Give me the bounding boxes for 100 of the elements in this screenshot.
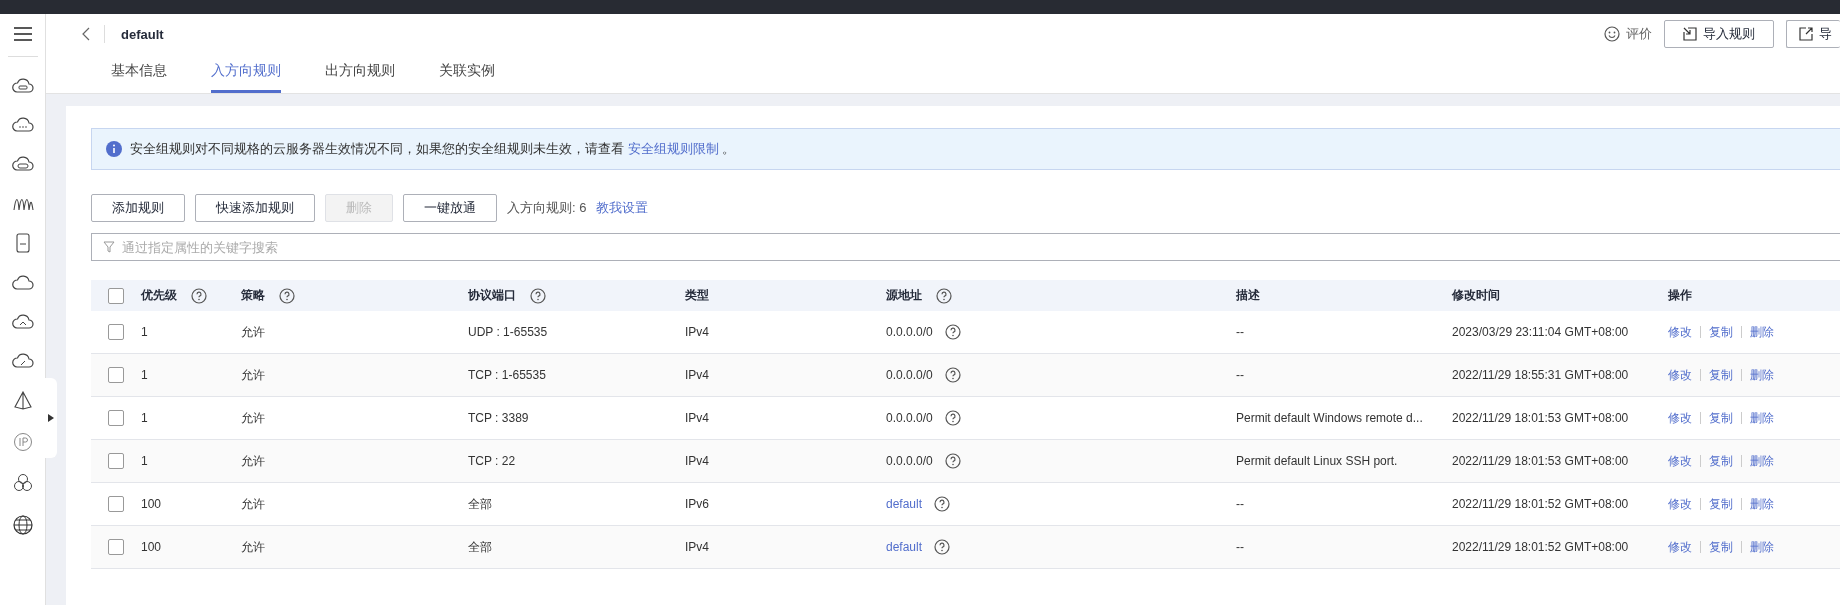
- action-link[interactable]: 复制: [1709, 495, 1733, 513]
- action-link[interactable]: 复制: [1709, 452, 1733, 470]
- table-cell: 允许: [241, 409, 265, 427]
- table-cell: UDP : 1-65535: [468, 325, 548, 339]
- column-header: 类型: [685, 287, 709, 304]
- table-cell: IPv4: [685, 325, 709, 339]
- table-cell: IPv4: [685, 454, 709, 468]
- globe-icon[interactable]: [11, 514, 34, 536]
- table-cell: 1: [141, 411, 148, 425]
- help-icon[interactable]: [944, 367, 961, 383]
- import-button[interactable]: 导入规则: [1664, 20, 1774, 48]
- column-header: 优先级: [141, 287, 177, 304]
- sidebar-toggle[interactable]: [45, 378, 57, 458]
- toolbar-button[interactable]: 添加规则: [91, 194, 185, 222]
- tab[interactable]: 入方向规则: [211, 54, 281, 93]
- action-link[interactable]: 修改: [1668, 323, 1692, 341]
- filter-icon: [103, 241, 115, 253]
- help-icon[interactable]: [944, 453, 961, 469]
- action-link[interactable]: 修改: [1668, 409, 1692, 427]
- toolbar-button[interactable]: 一键放通: [403, 194, 497, 222]
- table-cell: 允许: [241, 538, 265, 556]
- column-header: 协议端口: [468, 287, 516, 304]
- help-icon[interactable]: [279, 287, 295, 304]
- help-icon[interactable]: [934, 539, 951, 555]
- cloud-icon[interactable]: [11, 116, 34, 134]
- table-cell: 0.0.0.0/0: [886, 411, 933, 425]
- checkbox[interactable]: [108, 496, 124, 512]
- action-link[interactable]: 删除: [1750, 495, 1774, 513]
- export-icon: [1799, 27, 1813, 41]
- info-icon: [106, 141, 122, 157]
- help-link[interactable]: 教我设置: [596, 199, 649, 217]
- checkbox[interactable]: [108, 410, 124, 426]
- action-link[interactable]: 修改: [1668, 538, 1692, 556]
- help-icon[interactable]: [944, 410, 961, 426]
- table-cell: 2022/11/29 18:01:53 GMT+08:00: [1452, 454, 1629, 468]
- action-link[interactable]: 删除: [1750, 323, 1774, 341]
- action-link[interactable]: 复制: [1709, 538, 1733, 556]
- table-cell: 100: [141, 540, 162, 554]
- action-link[interactable]: 复制: [1709, 409, 1733, 427]
- pyramid-icon[interactable]: [11, 391, 34, 411]
- export-button[interactable]: 导: [1786, 20, 1840, 48]
- cloud-icon[interactable]: [11, 274, 34, 292]
- action-link[interactable]: 复制: [1709, 366, 1733, 384]
- tab[interactable]: 出方向规则: [325, 54, 395, 93]
- action-link[interactable]: 删除: [1750, 366, 1774, 384]
- action-link[interactable]: 复制: [1709, 323, 1733, 341]
- help-icon[interactable]: [530, 287, 546, 304]
- table-cell: 允许: [241, 366, 265, 384]
- ip-icon[interactable]: [12, 432, 33, 452]
- column-header: 操作: [1668, 287, 1692, 304]
- cloud-icon[interactable]: [11, 313, 34, 331]
- feedback-link[interactable]: 评价: [1626, 25, 1652, 43]
- cloud-icon[interactable]: [11, 352, 34, 370]
- checkbox[interactable]: [108, 453, 124, 469]
- menu-icon[interactable]: [12, 26, 33, 42]
- action-link[interactable]: 修改: [1668, 366, 1692, 384]
- smiley-icon[interactable]: [1604, 26, 1620, 42]
- checkbox[interactable]: [108, 287, 124, 304]
- back-icon[interactable]: [82, 27, 90, 41]
- toolbar-button[interactable]: 快速添加规则: [195, 194, 315, 222]
- help-icon[interactable]: [191, 287, 207, 304]
- action-link[interactable]: 修改: [1668, 495, 1692, 513]
- cloud-icon[interactable]: [11, 77, 34, 95]
- table-cell: 0.0.0.0/0: [886, 368, 933, 382]
- table-cell: --: [1236, 325, 1244, 339]
- help-icon[interactable]: [944, 324, 961, 340]
- table-cell: --: [1236, 497, 1244, 511]
- cloud-icon[interactable]: [11, 155, 34, 173]
- tab[interactable]: 关联实例: [439, 54, 495, 93]
- table-cell: 1: [141, 325, 148, 339]
- source-link[interactable]: default: [886, 497, 923, 511]
- search-field[interactable]: 通过指定属性的关键字搜索: [91, 233, 1840, 261]
- table-cell: IPv4: [685, 411, 709, 425]
- checkbox[interactable]: [108, 539, 124, 555]
- table-cell: 全部: [468, 495, 492, 513]
- action-link[interactable]: 修改: [1668, 452, 1692, 470]
- table-cell: --: [1236, 540, 1244, 554]
- caret-icon: [48, 414, 54, 422]
- column-header: 描述: [1236, 287, 1260, 304]
- notice-text: 安全组规则对不同规格的云服务器生效情况不同，如果您的安全组规则未生效，请查看 安全组规则限制 。: [130, 140, 736, 158]
- table-cell: 100: [141, 497, 162, 511]
- table-cell: 2022/11/29 18:01:52 GMT+08:00: [1452, 540, 1629, 554]
- table-cell: IPv4: [685, 540, 709, 554]
- action-link[interactable]: 删除: [1750, 538, 1774, 556]
- tab[interactable]: 基本信息: [111, 54, 167, 93]
- help-icon[interactable]: [934, 496, 951, 512]
- table-cell: 全部: [468, 538, 492, 556]
- source-link[interactable]: default: [886, 540, 923, 554]
- action-link[interactable]: 删除: [1750, 452, 1774, 470]
- checkbox[interactable]: [108, 324, 124, 340]
- rule-count: 入方向规则: 6: [507, 199, 587, 217]
- table-cell: 允许: [241, 452, 265, 470]
- checkbox[interactable]: [108, 367, 124, 383]
- circles-icon[interactable]: [11, 473, 34, 493]
- table-cell: TCP : 1-65535: [468, 368, 546, 382]
- action-link[interactable]: 删除: [1750, 409, 1774, 427]
- limits-link[interactable]: 安全组规则限制: [627, 141, 719, 156]
- table-cell: Permit default Windows remote d...: [1236, 411, 1423, 425]
- table-cell: 允许: [241, 323, 265, 341]
- help-icon[interactable]: [936, 287, 952, 304]
